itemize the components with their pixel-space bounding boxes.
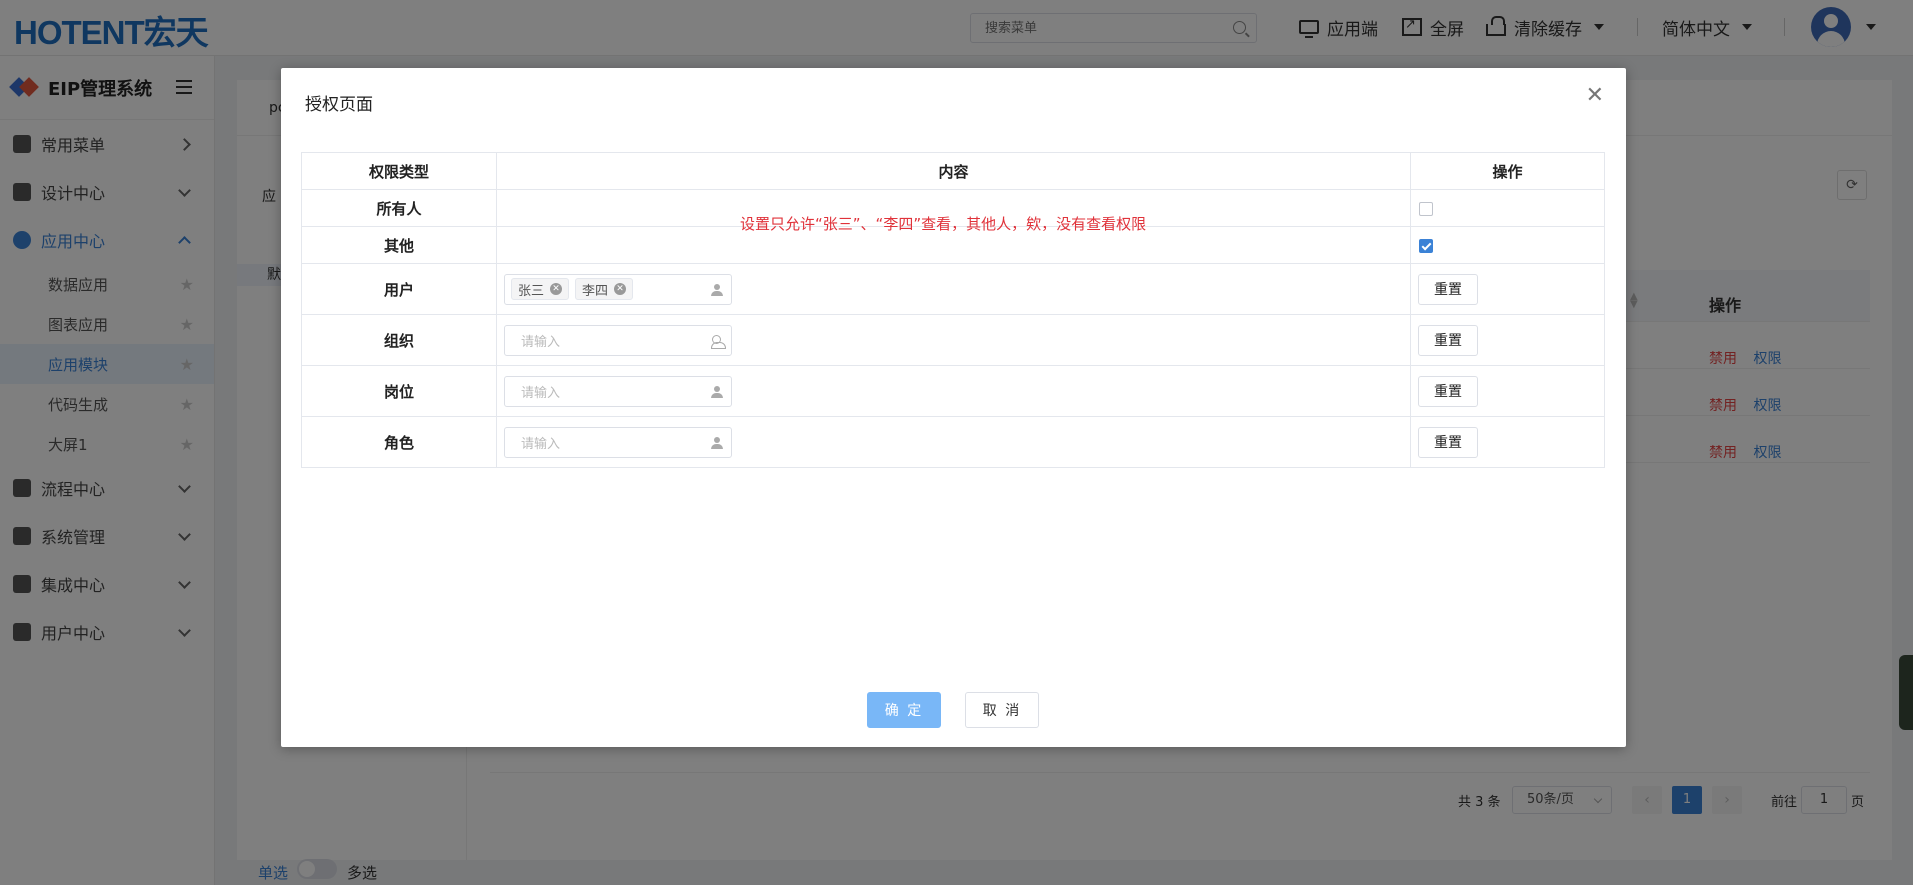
action-cell <box>1410 226 1605 264</box>
role-selector[interactable]: 请输入 <box>504 426 732 458</box>
action-cell: 重置 <box>1410 263 1605 315</box>
content-cell: 请输入 <box>496 314 1411 366</box>
user-reset-button[interactable]: 重置 <box>1418 273 1478 305</box>
role-placeholder: 请输入 <box>521 436 561 452</box>
row-label: 所有人 <box>301 189 497 227</box>
row-label: 角色 <box>301 416 497 468</box>
everyone-checkbox[interactable] <box>1419 201 1433 216</box>
authorization-dialog: 授权页面 ✕ 权限类型 内容 操作 所有人 其他 用户 张三 ✕ 李四 ✕ 重置… <box>281 68 1626 747</box>
action-cell <box>1410 189 1605 227</box>
row-role: 角色 请输入 重置 <box>301 416 1605 468</box>
position-reset-button[interactable]: 重置 <box>1418 375 1478 407</box>
user-tag: 李四 ✕ <box>575 278 634 300</box>
content-cell: 请输入 <box>496 416 1411 468</box>
row-label: 用户 <box>301 263 497 315</box>
row-user: 用户 张三 ✕ 李四 ✕ 重置 <box>301 263 1605 315</box>
close-icon[interactable]: ✕ <box>1586 85 1604 107</box>
row-label: 其他 <box>301 226 497 264</box>
confirm-button[interactable]: 确 定 <box>867 692 941 728</box>
content-cell: 请输入 <box>496 365 1411 417</box>
position-picker-icon[interactable] <box>711 385 723 398</box>
permission-table: 权限类型 内容 操作 所有人 其他 用户 张三 ✕ 李四 ✕ 重置 组织 请输入… <box>301 152 1605 468</box>
action-cell: 重置 <box>1410 416 1605 468</box>
position-placeholder: 请输入 <box>521 385 561 401</box>
user-selector[interactable]: 张三 ✕ 李四 ✕ <box>504 273 732 305</box>
row-org: 组织 请输入 重置 <box>301 314 1605 366</box>
org-reset-button[interactable]: 重置 <box>1418 324 1478 356</box>
column-header-type: 权限类型 <box>301 152 497 190</box>
remove-tag-icon[interactable]: ✕ <box>550 283 563 295</box>
remove-tag-icon[interactable]: ✕ <box>614 283 627 295</box>
column-header-content: 内容 <box>496 152 1411 190</box>
user-picker-icon[interactable] <box>711 283 723 296</box>
cancel-button[interactable]: 取 消 <box>965 692 1039 728</box>
action-cell: 重置 <box>1410 365 1605 417</box>
action-cell: 重置 <box>1410 314 1605 366</box>
position-selector[interactable]: 请输入 <box>504 375 732 407</box>
column-header-action: 操作 <box>1410 152 1605 190</box>
org-placeholder: 请输入 <box>521 334 561 350</box>
content-cell: 张三 ✕ 李四 ✕ <box>496 263 1411 315</box>
other-checkbox[interactable] <box>1419 238 1433 253</box>
row-label: 组织 <box>301 314 497 366</box>
org-picker-icon[interactable] <box>711 334 726 349</box>
annotation-note: 设置只允许“张三”、“李四”查看，其他人，欸，没有查看权限 <box>740 215 1147 233</box>
row-label: 岗位 <box>301 365 497 417</box>
row-position: 岗位 请输入 重置 <box>301 365 1605 417</box>
role-picker-icon[interactable] <box>711 436 723 449</box>
org-selector[interactable]: 请输入 <box>504 324 732 356</box>
user-tag: 张三 ✕ <box>511 278 570 300</box>
dialog-title: 授权页面 <box>305 95 373 115</box>
role-reset-button[interactable]: 重置 <box>1418 426 1478 458</box>
